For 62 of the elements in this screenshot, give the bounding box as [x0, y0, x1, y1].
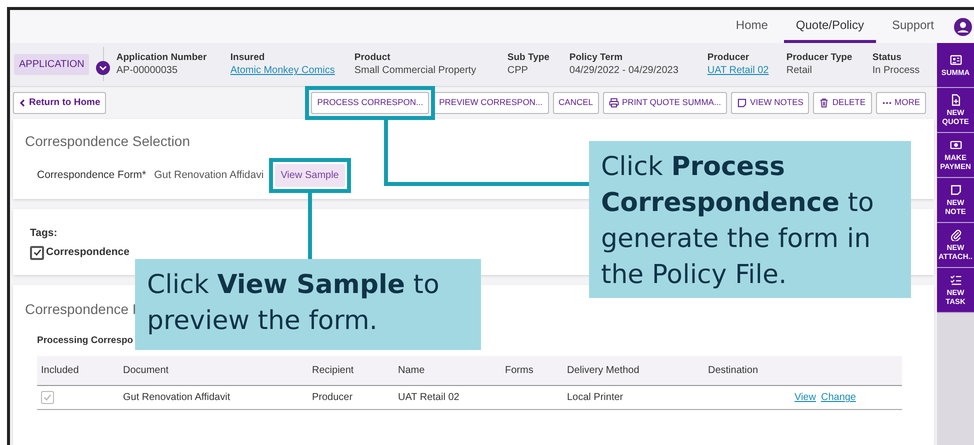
cash-icon	[950, 139, 962, 151]
action-button[interactable]: PROCESS CORRESPON...	[311, 92, 430, 114]
field-label: Status	[872, 51, 902, 64]
field-value: In Process	[872, 64, 920, 78]
callout-text: Click View Sample to preview the form.	[135, 259, 481, 350]
note-icon	[950, 184, 962, 196]
tags-label: Tags:	[30, 226, 58, 241]
action-button[interactable]: VIEW NOTES	[731, 92, 810, 114]
column-header: Included	[41, 365, 79, 376]
print-icon	[609, 98, 620, 108]
field-value: Gut Renovation Affidavi	[154, 168, 264, 183]
trash-icon	[819, 98, 830, 108]
column-header: Destination	[708, 365, 758, 376]
field-label: Policy Term	[569, 51, 623, 64]
table-cell: Producer	[312, 392, 353, 404]
field-label: Insured	[230, 51, 265, 64]
table-cell: UAT Retail 02	[398, 392, 460, 404]
field-label: Product	[354, 51, 390, 64]
callout-text: Click Process Correspondence to generate the form in the Policy File.	[589, 141, 911, 298]
nav-tab[interactable]: Support	[880, 10, 946, 43]
field-label: Producer	[707, 51, 750, 64]
back-button[interactable]: Return to Home	[13, 92, 106, 114]
action-button[interactable]: PREVIEW CORRESPON...	[433, 92, 549, 114]
action-button[interactable]: CANCEL	[552, 92, 600, 114]
field-value: Retail	[786, 64, 812, 78]
section-subtitle: Processing Correspo	[37, 334, 134, 348]
checkmark-icon	[32, 248, 42, 258]
status-badge: APPLICATION	[14, 54, 90, 75]
field-value: Small Commercial Property	[354, 64, 476, 78]
table-link[interactable]: Change	[820, 390, 856, 406]
field-label: Sub Type	[507, 51, 550, 64]
field-value: 04/29/2022 - 04/29/2023	[569, 64, 678, 78]
action-button[interactable]: PRINT QUOTE SUMMA...	[603, 92, 728, 114]
field-value: AP-00000035	[116, 64, 178, 78]
field-label: Application Number	[116, 51, 207, 64]
document-plus-icon	[950, 94, 962, 106]
table-link[interactable]: View	[794, 390, 816, 406]
section-title: Correspondence Selection	[25, 132, 190, 151]
note-icon	[737, 98, 748, 108]
checklist-icon	[950, 274, 962, 286]
action-button[interactable]: MORE	[876, 92, 926, 114]
checkbox[interactable]	[30, 246, 44, 260]
nav-tab[interactable]: Home	[724, 10, 780, 43]
column-header: Forms	[505, 365, 534, 376]
field-label: Producer Type	[786, 51, 852, 64]
table-cell: Gut Renovation Affidavit	[123, 392, 230, 404]
column-header: Document	[123, 365, 169, 376]
table-cell: Local Printer	[567, 392, 624, 404]
field-label: Correspondence Form*	[37, 168, 146, 183]
chevron-down-icon[interactable]	[96, 61, 110, 76]
section-title: Correspondence I	[25, 300, 136, 319]
action-button[interactable]: DELETE	[813, 92, 872, 114]
column-header: Name	[398, 365, 425, 376]
user-icon[interactable]	[954, 18, 972, 36]
column-header: Delivery Method	[567, 365, 640, 376]
view-sample-button[interactable]: View Sample	[274, 164, 345, 187]
checkbox-label: Correspondence	[46, 244, 130, 260]
paperclip-icon	[950, 229, 962, 241]
field-value: CPP	[507, 64, 528, 78]
column-header: Recipient	[312, 365, 354, 376]
id-card-icon	[950, 54, 962, 66]
chevron-left-icon	[19, 98, 25, 107]
